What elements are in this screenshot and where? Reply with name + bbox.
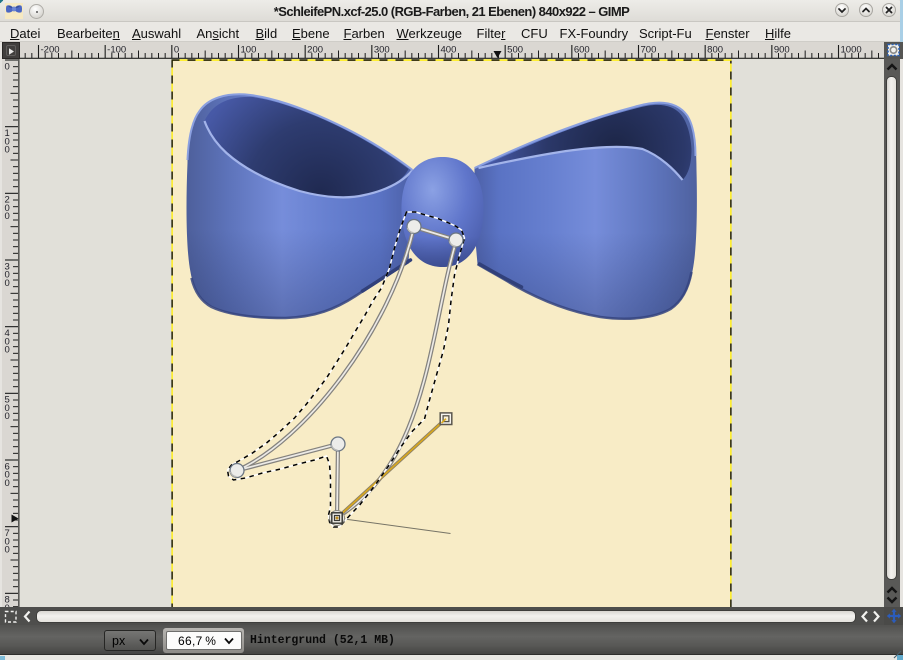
svg-text:0: 0 (5, 211, 10, 222)
svg-text:600: 600 (573, 45, 589, 56)
svg-text:-200: -200 (40, 45, 59, 56)
svg-text:1000: 1000 (840, 45, 861, 56)
svg-text:0: 0 (173, 45, 178, 56)
svg-text:0: 0 (5, 278, 10, 289)
svg-text:400: 400 (440, 45, 456, 56)
svg-text:0: 0 (5, 478, 10, 489)
svg-text:0: 0 (5, 545, 10, 556)
svg-text:900: 900 (773, 45, 789, 56)
svg-text:0: 0 (5, 411, 10, 422)
svg-text:100: 100 (240, 45, 256, 56)
svg-text:800: 800 (707, 45, 723, 56)
svg-text:200: 200 (307, 45, 323, 56)
svg-text:500: 500 (507, 45, 523, 56)
svg-text:300: 300 (373, 45, 389, 56)
svg-text:0: 0 (5, 345, 10, 356)
svg-text:-100: -100 (107, 45, 126, 56)
svg-text:0: 0 (5, 145, 10, 156)
svg-text:700: 700 (640, 45, 656, 56)
svg-text:0: 0 (5, 61, 10, 72)
